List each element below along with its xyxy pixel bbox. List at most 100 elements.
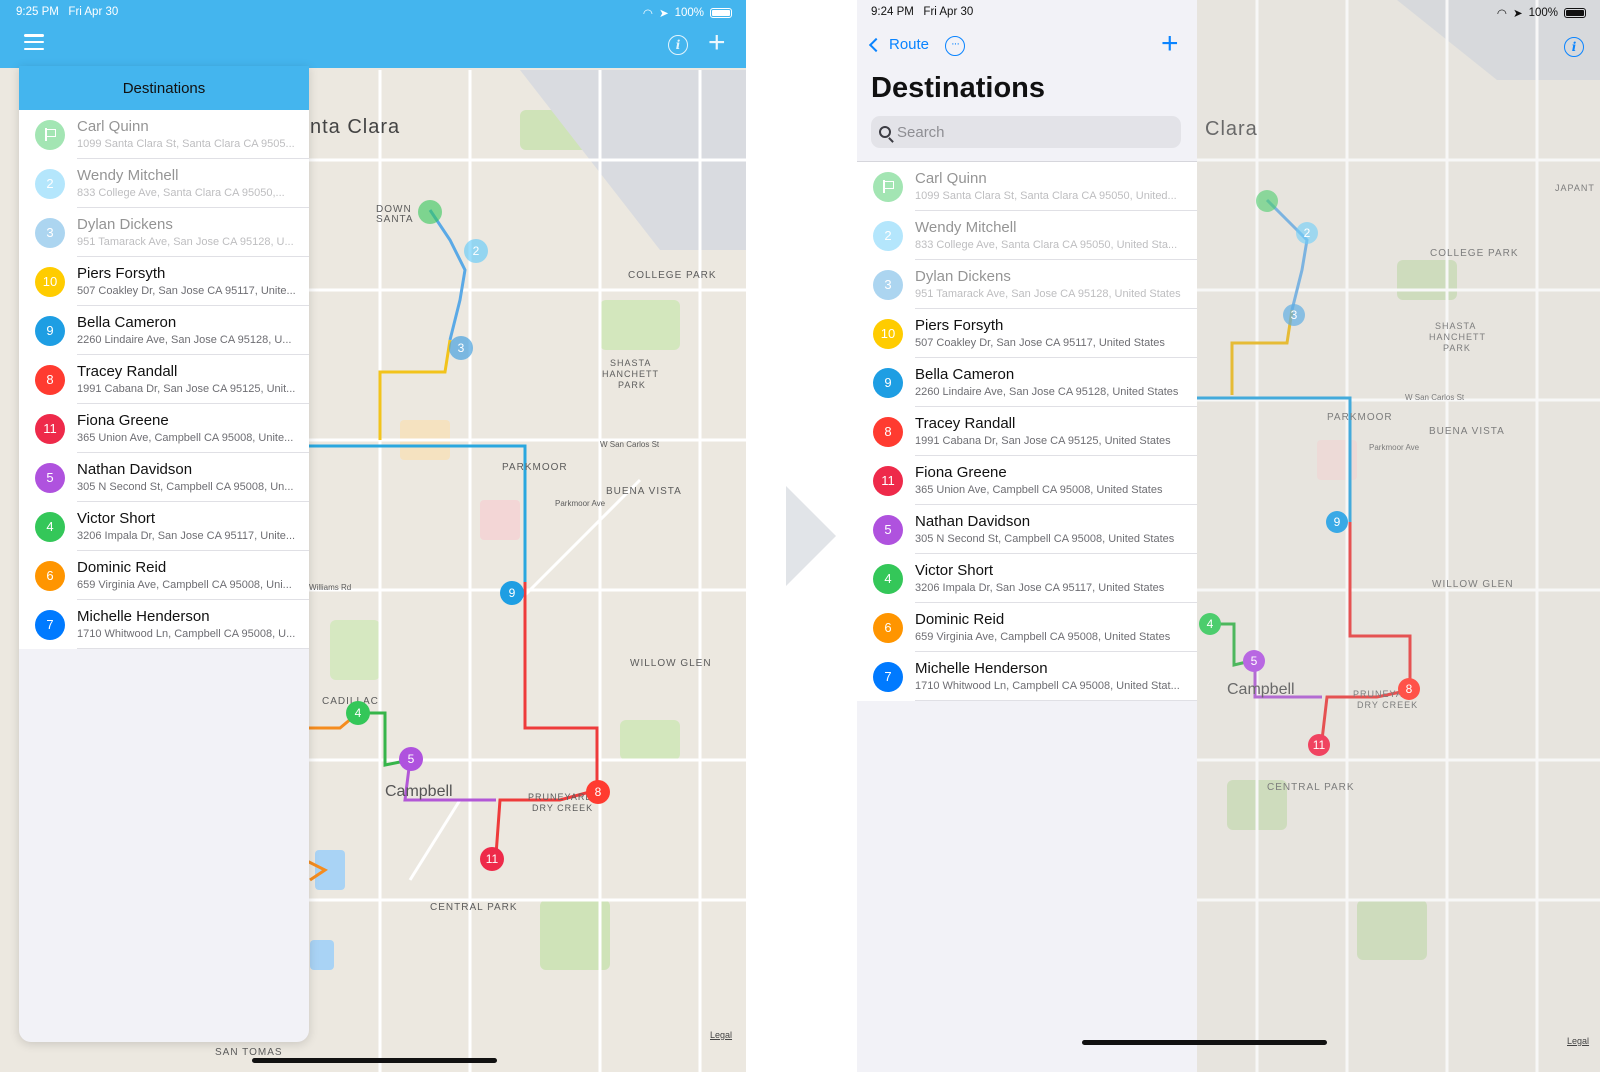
destination-row[interactable]: 2 Wendy Mitchell 833 College Ave, Santa Cl… (857, 211, 1197, 260)
destination-text: Wendy Mitchell 833 College Ave, Santa Cla… (915, 219, 1197, 253)
map-label-college-park: COLLEGE PARK (628, 270, 717, 281)
stop-number-badge: 6 (873, 612, 903, 643)
route-back-button[interactable]: Route (868, 36, 930, 53)
add-icon[interactable]: + (708, 28, 726, 58)
destination-address: 951 Tamarack Ave, San Jose CA 95128, U..… (77, 235, 294, 248)
destination-address: 365 Union Ave, Campbell CA 95008, Unite.… (77, 431, 294, 444)
stop-number-badge: 11 (35, 413, 65, 444)
destination-address: 305 N Second St, Campbell CA 95008, Un..… (77, 480, 294, 493)
destination-row[interactable]: 2 Wendy Mitchell 833 College Ave, Santa Cl… (19, 159, 309, 208)
transition-arrow-icon (786, 486, 836, 586)
stop-number-badge: 11 (873, 465, 903, 496)
destination-row[interactable]: 3 Dylan Dickens 951 Tamarack Ave, San Jose… (19, 208, 309, 257)
map-label-buena-vista: BUENA VISTA (606, 486, 682, 497)
stop-number-badge: 10 (873, 318, 903, 349)
search-field[interactable]: Search (871, 116, 1181, 148)
destination-address: 3206 Impala Dr, San Jose CA 95117, Unite… (915, 581, 1165, 594)
stop-number-badge: 3 (873, 269, 903, 300)
destination-row[interactable]: 3 Dylan Dickens 951 Tamarack Ave, San Jose… (857, 260, 1197, 309)
destinations-sidebar: 9:24 PM Fri Apr 30 Route ··· + Destinati… (857, 0, 1197, 1072)
destinations-popover: Destinations Carl Quinn 1099 Santa Clara … (19, 66, 309, 1042)
destination-text: Tracey Randall 1991 Cabana Dr, San Jose C… (915, 415, 1197, 449)
destination-row[interactable]: 6 Dominic Reid 659 Virginia Ave, Campbell … (19, 551, 309, 600)
stop-number-badge: 6 (35, 560, 65, 591)
info-icon[interactable]: i (668, 35, 688, 55)
destination-text: Carl Quinn 1099 Santa Clara St, Santa Cla… (915, 170, 1197, 204)
destination-row[interactable]: Carl Quinn 1099 Santa Clara St, Santa Cla… (19, 110, 309, 159)
destination-address: 2260 Lindaire Ave, San Jose CA 95128, U.… (77, 333, 292, 346)
more-icon[interactable]: ··· (945, 36, 965, 56)
destination-row[interactable]: 8 Tracey Randall 1991 Cabana Dr, San Jose … (19, 355, 309, 404)
map-label-san-carlos: W San Carlos St (600, 440, 660, 449)
destination-row[interactable]: 5 Nathan Davidson 305 N Second St, Campbel… (857, 505, 1197, 554)
destination-row[interactable]: 6 Dominic Reid 659 Virginia Ave, Campbell … (857, 603, 1197, 652)
destination-row[interactable]: 10 Piers Forsyth 507 Coakley Dr, San Jose … (857, 309, 1197, 358)
destination-text: Dominic Reid 659 Virginia Ave, Campbell C… (915, 611, 1197, 645)
destination-name: Bella Cameron (915, 365, 1015, 383)
stop-number-badge: 9 (35, 315, 65, 346)
destination-row[interactable]: 8 Tracey Randall 1991 Cabana Dr, San Jose … (857, 407, 1197, 456)
destination-text: Victor Short 3206 Impala Dr, San Jose CA … (77, 510, 309, 544)
destination-row[interactable]: 4 Victor Short 3206 Impala Dr, San Jose CA… (857, 554, 1197, 603)
status-time: 9:25 PM (16, 6, 59, 18)
destination-address: 3206 Impala Dr, San Jose CA 95117, Unite… (77, 529, 296, 542)
destination-name: Victor Short (77, 509, 156, 527)
destination-text: Wendy Mitchell 833 College Ave, Santa Cla… (77, 167, 309, 201)
destination-text: Michelle Henderson 1710 Whitwood Ln, Camp… (915, 660, 1197, 694)
destination-row[interactable]: Carl Quinn 1099 Santa Clara St, Santa Cla… (857, 162, 1197, 211)
destination-text: Nathan Davidson 305 N Second St, Campbell… (915, 513, 1197, 547)
destination-address: 659 Virginia Ave, Campbell CA 95008, Uni… (915, 630, 1171, 643)
legal-link-right[interactable]: Legal (1567, 1036, 1589, 1046)
destination-name: Nathan Davidson (915, 512, 1031, 530)
map-pin-9-label: 9 (509, 586, 516, 600)
destination-name: Bella Cameron (77, 313, 177, 331)
info-icon[interactable]: i (1564, 37, 1584, 57)
home-indicator[interactable] (252, 1058, 497, 1063)
destination-row[interactable]: 7 Michelle Henderson 1710 Whitwood Ln, Cam… (857, 652, 1197, 701)
destination-text: Dylan Dickens 951 Tamarack Ave, San Jose … (77, 216, 309, 250)
map-label-pruneyard: PRUNEYARD (528, 792, 593, 802)
destination-row[interactable]: 7 Michelle Henderson 1710 Whitwood Ln, Cam… (19, 600, 309, 649)
destination-row[interactable]: 9 Bella Cameron 2260 Lindaire Ave, San Jos… (857, 358, 1197, 407)
destination-name: Tracey Randall (77, 362, 178, 380)
destination-row[interactable]: 10 Piers Forsyth 507 Coakley Dr, San Jose … (19, 257, 309, 306)
map-pin-5-label: 5 (408, 752, 415, 766)
destination-list: Carl Quinn 1099 Santa Clara St, Santa Cla… (19, 110, 309, 649)
flag-icon (35, 119, 65, 150)
destination-name: Michelle Henderson (77, 607, 210, 625)
destination-name: Nathan Davidson (77, 460, 193, 478)
legal-link[interactable]: Legal (710, 1030, 732, 1040)
destination-row[interactable]: 11 Fiona Greene 365 Union Ave, Campbell CA… (857, 456, 1197, 505)
stop-number-badge: 4 (35, 511, 65, 542)
destination-name: Carl Quinn (77, 117, 149, 135)
destination-row[interactable]: 5 Nathan Davidson 305 N Second St, Campbel… (19, 453, 309, 502)
add-destination-icon[interactable]: + (1161, 29, 1179, 59)
home-indicator[interactable] (1082, 1040, 1327, 1045)
destination-address: 1991 Cabana Dr, San Jose CA 95125, Unite… (915, 434, 1171, 447)
destination-row[interactable]: 9 Bella Cameron 2260 Lindaire Ave, San Jos… (19, 306, 309, 355)
status-indicators-right: ◠ ➤ 100% (1497, 6, 1586, 20)
destination-name: Fiona Greene (915, 463, 1007, 481)
map-pin-11-label: 11 (486, 852, 499, 866)
destination-name: Michelle Henderson (915, 659, 1048, 677)
menu-icon[interactable] (24, 34, 44, 50)
destination-address: 305 N Second St, Campbell CA 95008, Unit… (915, 532, 1175, 545)
destination-row[interactable]: 11 Fiona Greene 365 Union Ave, Campbell CA… (19, 404, 309, 453)
map-label-city: nta Clara (310, 116, 400, 138)
status-indicators: ◠ ➤ 100% (643, 6, 732, 20)
status-time-date-right: 9:24 PM Fri Apr 30 (871, 6, 973, 18)
destination-name: Piers Forsyth (77, 264, 166, 282)
destination-text: Carl Quinn 1099 Santa Clara St, Santa Cla… (77, 118, 309, 152)
map-pin-3-label: 3 (458, 341, 465, 355)
destination-text: Bella Cameron 2260 Lindaire Ave, San Jose… (77, 314, 309, 348)
back-label: Route (889, 36, 930, 53)
stop-number-badge: 10 (35, 266, 65, 297)
destination-text: Victor Short 3206 Impala Dr, San Jose CA … (915, 562, 1197, 596)
route-map-right[interactable]: Clara COLLEGE PARK SHASTA HANCHETT PARK … (1197, 0, 1600, 1072)
map-label-parkmoor: PARKMOOR (502, 462, 568, 473)
chevron-left-icon (868, 37, 884, 52)
destination-row[interactable]: 4 Victor Short 3206 Impala Dr, San Jose CA… (19, 502, 309, 551)
wifi-icon: ◠ (1496, 8, 1507, 20)
destination-address: 951 Tamarack Ave, San Jose CA 95128, Uni… (915, 287, 1181, 300)
destination-address: 1099 Santa Clara St, Santa Clara CA 9505… (77, 137, 295, 150)
